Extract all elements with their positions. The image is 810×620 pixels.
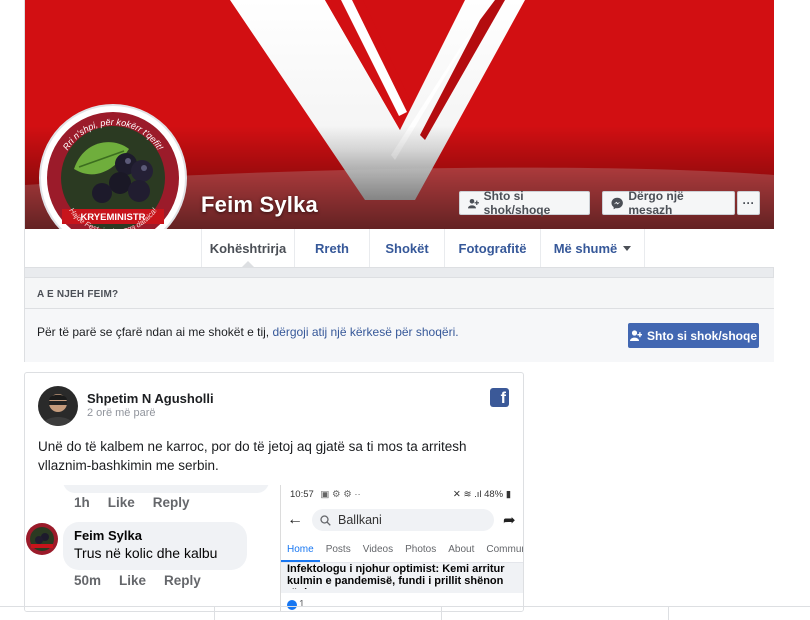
phone-reactions: 1 (287, 599, 305, 610)
embedded-comment-screenshot: 1h Like Reply Feim Sylka Trus në kolic d… (25, 485, 273, 611)
previous-comment-actions: 1h Like Reply (74, 495, 190, 510)
previous-comment-like: Like (107, 495, 135, 510)
comment-avatar (25, 522, 59, 561)
know-section-text: Për të parë se çfarë ndan ai me shokët e… (37, 325, 270, 339)
more-options-button[interactable]: ··· (737, 191, 760, 215)
comment-author: Feim Sylka (74, 528, 142, 543)
post-author-avatar[interactable] (38, 386, 78, 426)
search-icon (320, 514, 331, 526)
send-friend-request-link[interactable]: dërgoji atij një kërkesë për shoqëri. (272, 325, 458, 339)
author-avatar-image (38, 386, 78, 426)
comment-like: Like (119, 573, 147, 588)
phone-tab-about: About (448, 544, 475, 555)
previous-comment-time: 1h (74, 495, 90, 510)
commenter-avatar-image (26, 523, 58, 555)
bottom-divider-tick (668, 606, 669, 620)
more-options-icon: ··· (742, 196, 755, 210)
phone-status-right: ✕ ≋ .ıl 48% ▮ (453, 489, 511, 500)
add-friend-primary-label: Shto si shok/shoqe (646, 328, 757, 343)
send-message-button[interactable]: Dërgo një mesazh (602, 189, 735, 217)
embedded-phone-screenshot: 10:57 ▣ ⚙ ⚙ ·· ✕ ≋ .ıl 48% ▮ ← Ballkani … (280, 485, 524, 611)
add-friend-label: Shto si shok/shoqe (483, 189, 551, 217)
add-friend-icon (468, 198, 479, 208)
add-friend-icon (629, 330, 642, 341)
previous-comment-bubble (63, 485, 269, 493)
profile-tabs: Kohështrirja Rreth Shokët Fotografitë Më… (25, 229, 774, 268)
phone-tab-videos: Videos (362, 544, 394, 555)
phone-headline: Infektologu i njohur optimist: Kemi arri… (287, 563, 505, 589)
active-tab-indicator (241, 261, 255, 268)
bottom-divider (0, 606, 810, 607)
phone-signal-icons: ✕ ≋ .ıl (452, 489, 485, 500)
send-message-label: Dërgo një mesazh (628, 189, 684, 217)
profile-header: KRYEMINISTR Rri n'shpi, për kokërr t'qef… (24, 0, 774, 362)
tab-photos-label: Fotografitë (458, 240, 527, 256)
phone-tab-posts: Posts (325, 544, 351, 555)
tab-about-label: Rreth (315, 240, 349, 256)
tab-friends-label: Shokët (385, 240, 429, 256)
post-text: Unë do të kalbem ne karroc, por do të je… (38, 439, 467, 473)
messenger-icon (611, 197, 623, 209)
previous-comment-reply: Reply (152, 495, 190, 510)
phone-clock: 10:57 (290, 489, 314, 500)
add-friend-primary-button[interactable]: Shto si shok/shoqe (628, 323, 759, 348)
profile-name[interactable]: Feim Sylka (201, 192, 318, 218)
share-arrow-icon: ➦ (503, 512, 516, 529)
post-author-name[interactable]: Shpetim N Agusholli (87, 391, 214, 406)
comment-time: 50m (74, 573, 102, 588)
tab-more[interactable]: Më shumë (540, 229, 645, 267)
phone-tab-home: Home (281, 541, 320, 562)
like-reaction-icon (287, 599, 297, 610)
bottom-divider-tick (441, 606, 442, 620)
bottom-divider-tick (214, 606, 215, 620)
phone-search-value: Ballkani (338, 513, 382, 527)
comment-text: Trus në kolic dhe kalbu (74, 545, 218, 561)
profile-badge-image: KRYEMINISTR Rri n'shpi, për kokërr t'qef… (45, 110, 181, 246)
phone-page-tabs: Home Posts Videos Photos About Commun (281, 541, 524, 563)
back-arrow-icon: ← (287, 511, 303, 528)
tab-timeline-label: Kohështrirja (209, 240, 287, 256)
phone-battery: 48% (484, 489, 504, 500)
tab-timeline[interactable]: Kohështrirja (201, 229, 294, 268)
tab-photos[interactable]: Fotografitë (444, 229, 540, 267)
phone-tab-photos: Photos (405, 544, 437, 555)
comment-bubble: Feim Sylka Trus në kolic dhe kalbu (63, 522, 247, 570)
comment-reply: Reply (164, 573, 201, 588)
tab-more-label: Më shumë (553, 240, 618, 256)
chevron-down-icon (623, 245, 632, 251)
add-friend-button[interactable]: Shto si shok/shoqe (459, 189, 590, 217)
phone-search-field: Ballkani (312, 509, 494, 531)
phone-notification-icons: ▣ ⚙ ⚙ ·· (320, 489, 361, 500)
know-section-header: A E NJEH FEIM? (25, 277, 774, 309)
post-timestamp[interactable]: 2 orë më parë (87, 407, 155, 419)
facebook-icon: f (490, 388, 509, 407)
battery-icon: ▮ (505, 489, 511, 500)
comment-actions: 50m Like Reply (74, 573, 201, 588)
phone-reaction-count: 1 (299, 599, 305, 610)
post-card: Shpetim N Agusholli 2 orë më parë f Unë … (24, 372, 524, 612)
tab-friends[interactable]: Shokët (369, 229, 444, 267)
phone-tab-community: Commun (486, 544, 524, 555)
tab-about[interactable]: Rreth (294, 229, 369, 267)
